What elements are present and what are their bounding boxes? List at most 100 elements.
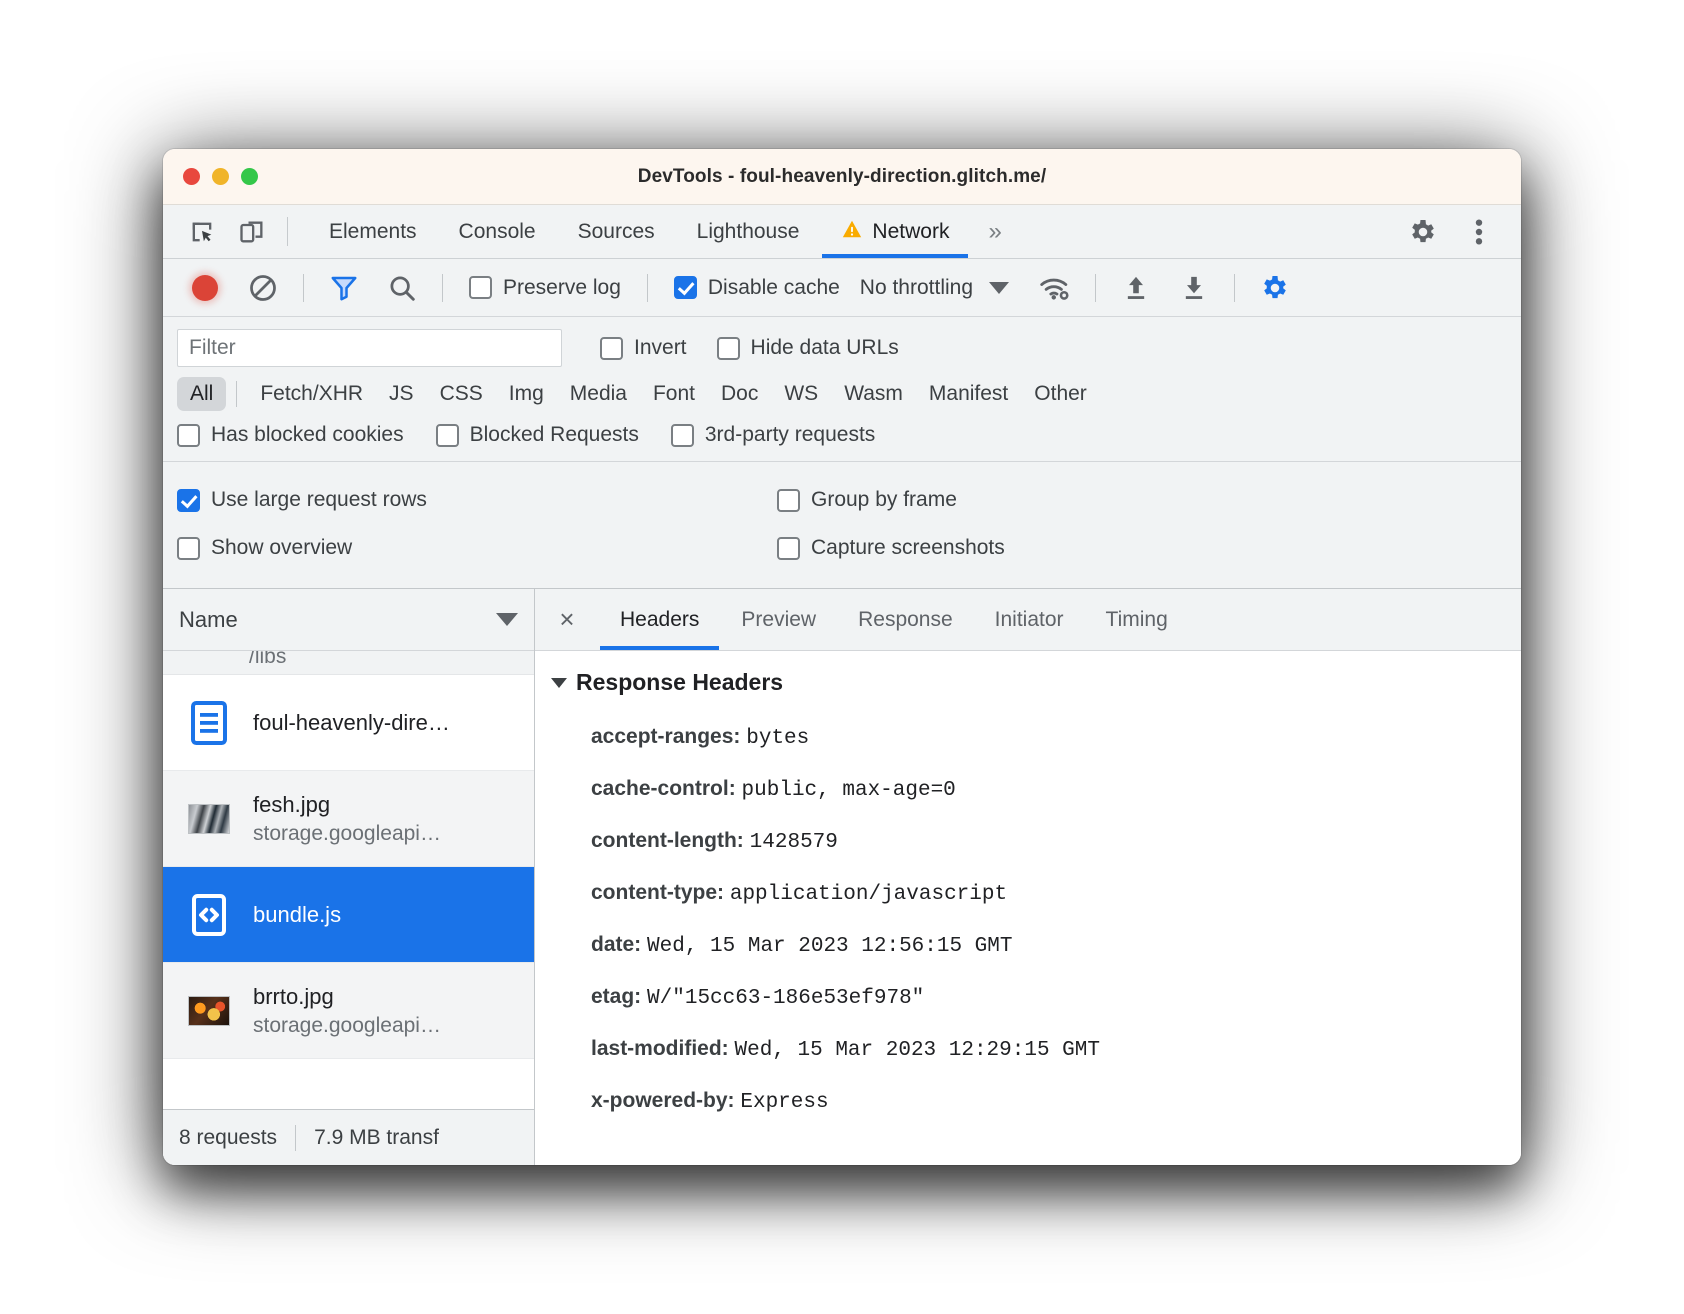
table-row[interactable]: fesh.jpg storage.googleapi… [163, 771, 534, 867]
header-value: Wed, 15 Mar 2023 12:56:15 GMT [647, 935, 1013, 958]
request-list-pane: Name /libs foul-heavenly-dire… fesh.jpg … [163, 589, 535, 1165]
section-title-label: Response Headers [576, 669, 784, 695]
window-titlebar: DevTools - foul-heavenly-direction.glitc… [163, 149, 1521, 205]
image-thumbnail-fish [185, 803, 233, 834]
type-filter-font[interactable]: Font [640, 377, 708, 411]
minimize-window-button[interactable] [212, 168, 229, 185]
more-options-icon[interactable] [1451, 216, 1507, 248]
header-value: Express [740, 1091, 829, 1114]
network-settings-gear-icon[interactable] [1247, 265, 1303, 311]
window-controls[interactable] [183, 168, 258, 185]
request-row-partial[interactable]: /libs [163, 651, 534, 675]
more-tabs-button[interactable]: » [970, 205, 1019, 258]
export-har-icon[interactable] [1166, 265, 1222, 311]
warning-triangle-icon [841, 218, 863, 246]
clear-button[interactable] [235, 265, 291, 311]
show-overview-label: Show overview [211, 536, 353, 559]
inspect-element-icon[interactable] [177, 205, 227, 258]
preserve-log-box[interactable] [469, 276, 492, 299]
capture-screenshots-box[interactable] [777, 536, 800, 560]
screenshot-stage: DevTools - foul-heavenly-direction.glitc… [0, 0, 1684, 1314]
filter-icon[interactable] [316, 265, 372, 311]
throttling-dropdown[interactable]: No throttling [860, 276, 1010, 300]
tab-network[interactable]: Network [820, 205, 970, 258]
panel-tabs: Elements Console Sources Lighthouse Netw… [308, 205, 1020, 258]
hide-data-urls-box[interactable] [716, 336, 740, 360]
close-window-button[interactable] [183, 168, 200, 185]
close-icon[interactable]: × [535, 589, 599, 650]
type-filter-doc[interactable]: Doc [708, 377, 771, 411]
tab-initiator[interactable]: Initiator [974, 589, 1085, 650]
type-filter-manifest[interactable]: Manifest [916, 377, 1021, 411]
response-headers-section[interactable]: Response Headers [535, 669, 1521, 696]
types-divider [236, 381, 238, 407]
tab-elements[interactable]: Elements [308, 205, 438, 258]
tab-sources[interactable]: Sources [557, 205, 676, 258]
response-headers-body: Response Headers accept-ranges: bytes ca… [535, 651, 1521, 1165]
third-party-requests-box[interactable] [670, 423, 694, 447]
settings-col-left-1: Use large request rows [177, 488, 777, 512]
preserve-log-checkbox[interactable]: Preserve log [469, 276, 621, 300]
blocked-requests-checkbox[interactable]: Blocked Requests [435, 423, 639, 447]
import-har-icon[interactable] [1108, 265, 1164, 311]
group-by-frame-label: Group by frame [811, 488, 957, 511]
toolbar-divider-4 [1095, 273, 1097, 302]
type-filter-all[interactable]: All [177, 377, 227, 411]
has-blocked-cookies-checkbox[interactable]: Has blocked cookies [177, 423, 404, 447]
show-overview-box[interactable] [177, 536, 200, 560]
use-large-request-rows-box[interactable] [177, 488, 200, 512]
has-blocked-cookies-box[interactable] [177, 423, 200, 447]
type-filter-media[interactable]: Media [557, 377, 640, 411]
hide-data-urls-checkbox[interactable]: Hide data URLs [716, 336, 899, 360]
tab-headers[interactable]: Headers [599, 589, 720, 650]
blocked-requests-box[interactable] [435, 423, 459, 447]
table-row[interactable]: foul-heavenly-dire… [163, 675, 534, 771]
capture-screenshots-checkbox[interactable]: Capture screenshots [777, 536, 1507, 560]
request-list-header[interactable]: Name [163, 589, 534, 651]
devtools-window: DevTools - foul-heavenly-direction.glitc… [163, 149, 1521, 1165]
search-input[interactable] [177, 329, 562, 367]
type-filter-ws[interactable]: WS [771, 377, 831, 411]
record-button[interactable] [177, 265, 233, 311]
tab-timing[interactable]: Timing [1085, 589, 1189, 650]
request-domain: storage.googleapi… [253, 1013, 441, 1037]
type-filter-wasm[interactable]: Wasm [831, 377, 916, 411]
header-key: content-type: [591, 881, 724, 904]
header-item: x-powered-by: Express [535, 1076, 1521, 1128]
type-filter-fetch-xhr[interactable]: Fetch/XHR [247, 377, 376, 411]
invert-checkbox[interactable]: Invert [600, 336, 687, 360]
disable-cache-checkbox[interactable]: Disable cache [673, 276, 840, 300]
type-filter-css[interactable]: CSS [427, 377, 496, 411]
tab-elements-label: Elements [329, 219, 417, 243]
maximize-window-button[interactable] [241, 168, 258, 185]
tab-console[interactable]: Console [438, 205, 557, 258]
network-conditions-icon[interactable] [1027, 265, 1083, 311]
chevron-down-icon[interactable] [551, 677, 567, 688]
type-filter-js[interactable]: JS [376, 377, 427, 411]
type-filter-img[interactable]: Img [496, 377, 557, 411]
device-toolbar-icon[interactable] [227, 205, 277, 258]
search-icon[interactable] [374, 265, 430, 311]
third-party-requests-checkbox[interactable]: 3rd-party requests [670, 423, 875, 447]
request-rows[interactable]: /libs foul-heavenly-dire… fesh.jpg stora… [163, 651, 534, 1109]
tabbar-right-actions [1374, 205, 1521, 258]
sort-descending-icon[interactable] [496, 613, 518, 626]
invert-box[interactable] [600, 336, 623, 360]
group-by-frame-box[interactable] [777, 488, 800, 512]
preserve-log-label: Preserve log [503, 275, 621, 299]
tab-preview[interactable]: Preview [720, 589, 837, 650]
tab-lighthouse[interactable]: Lighthouse [676, 205, 821, 258]
disable-cache-box[interactable] [673, 276, 697, 299]
show-overview-checkbox[interactable]: Show overview [177, 536, 777, 560]
use-large-request-rows-checkbox[interactable]: Use large request rows [177, 488, 777, 512]
group-by-frame-checkbox[interactable]: Group by frame [777, 488, 1507, 512]
header-key: etag: [591, 985, 642, 1008]
header-value: 1428579 [749, 831, 838, 854]
table-row[interactable]: bundle.js [163, 867, 534, 963]
tab-response[interactable]: Response [837, 589, 974, 650]
filter-row: Invert Hide data URLs [163, 317, 1521, 375]
settings-gear-icon[interactable] [1395, 216, 1451, 248]
table-row[interactable]: brrto.jpg storage.googleapi… [163, 963, 534, 1059]
request-name: bundle.js [253, 901, 342, 927]
type-filter-other[interactable]: Other [1021, 377, 1100, 411]
